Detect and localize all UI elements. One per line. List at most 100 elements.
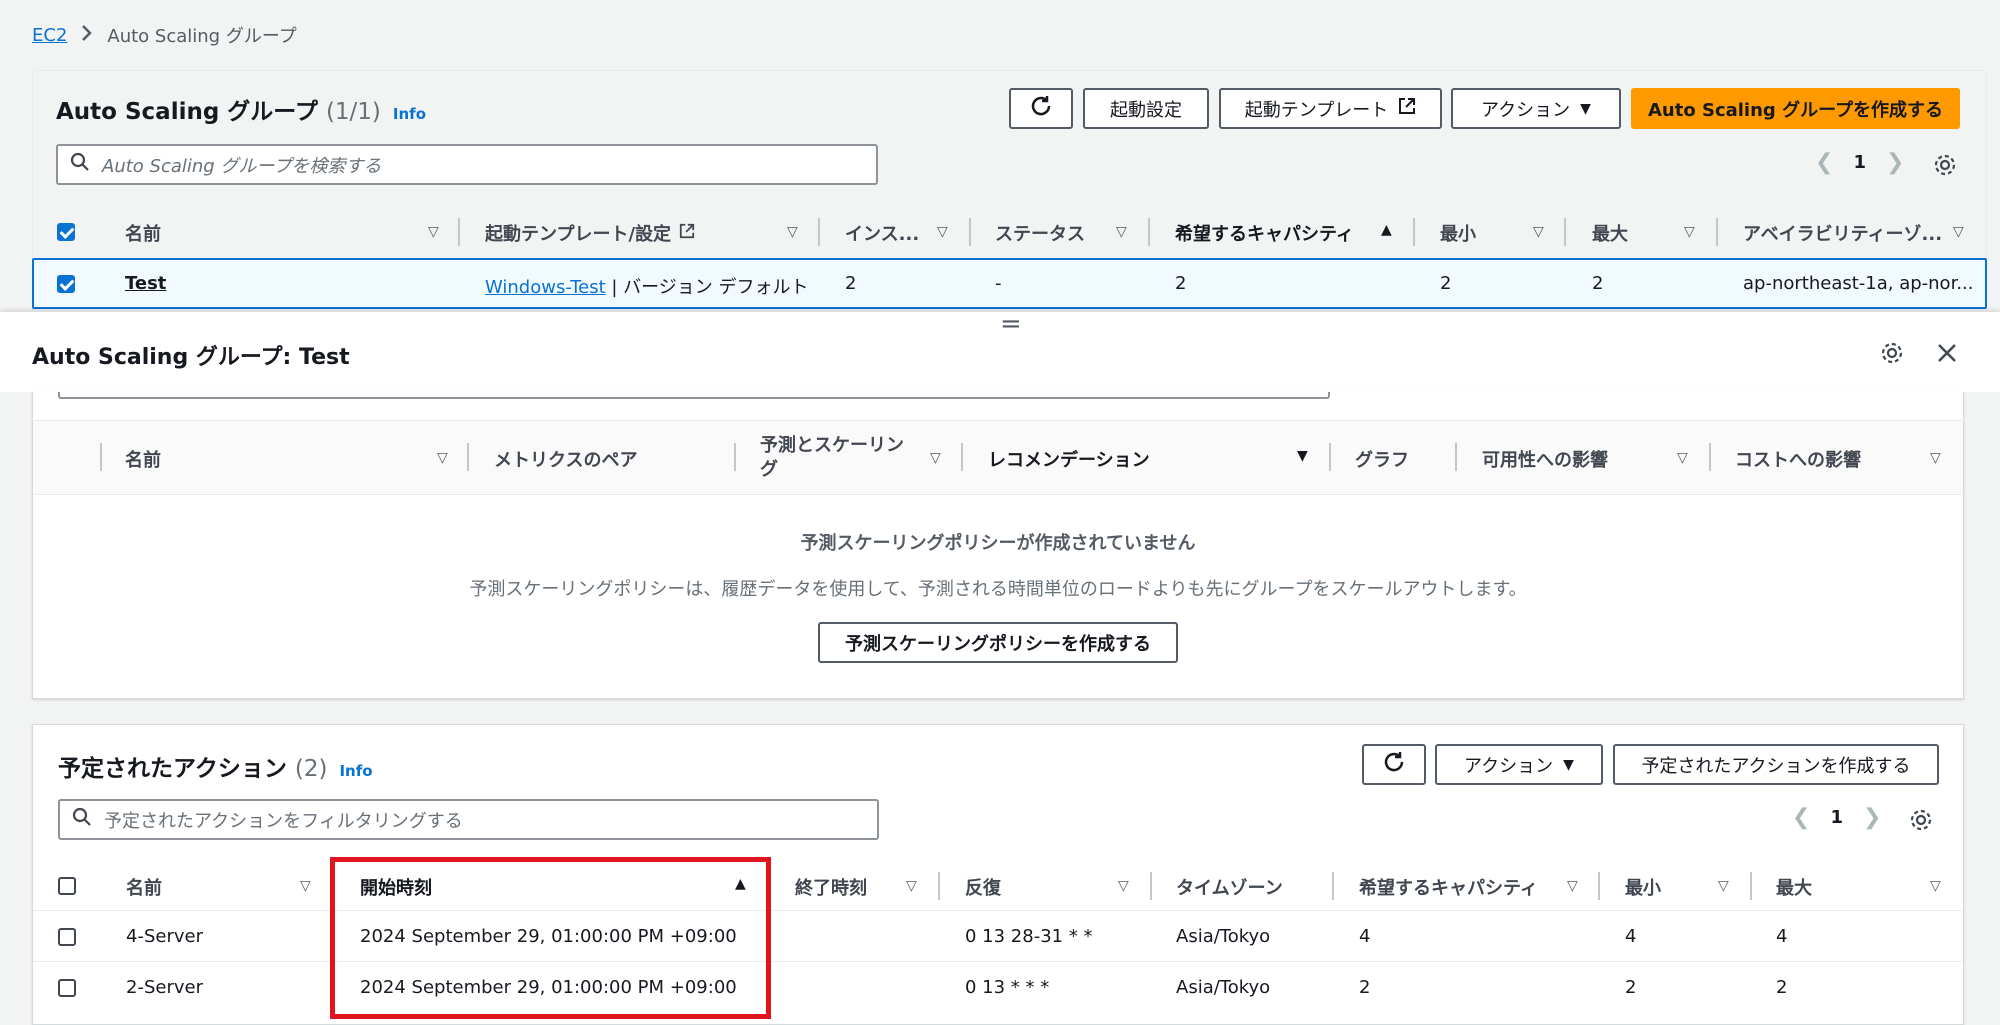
launch-template-link[interactable]: Windows-Test [485, 277, 606, 298]
sort-asc-icon[interactable]: ▲ [1381, 222, 1392, 238]
sched-col-desired[interactable]: 希望するキャパシティ [1359, 874, 1538, 900]
sched-col-timezone[interactable]: タイムゾーン [1176, 874, 1283, 900]
scheduled-settings-gear-icon[interactable] [1909, 808, 1933, 837]
sort-icon[interactable]: ▽ [1953, 224, 1964, 240]
empty-state-title: 予測スケーリングポリシーが作成されていません [800, 533, 1196, 554]
info-link[interactable]: Info [393, 105, 426, 123]
create-asg-label: Auto Scaling グループを作成する [1648, 99, 1943, 121]
asg-actions-label: アクション [1481, 99, 1571, 121]
sched-col-recurrence[interactable]: 反復 [965, 874, 1001, 900]
predictive-search-input-edge[interactable] [58, 392, 1330, 399]
sort-icon[interactable]: ▽ [1116, 224, 1127, 240]
sort-icon[interactable]: ▽ [1533, 224, 1544, 240]
row-checkbox[interactable] [58, 928, 76, 946]
table-row[interactable] [32, 258, 1987, 309]
launch-template-cell: Windows-Test | バージョン デフォルト [485, 273, 809, 299]
col-max[interactable]: 最大 [1592, 220, 1628, 246]
sort-icon[interactable]: ▽ [1567, 878, 1578, 894]
asg-actions-button[interactable]: アクション ▼ [1451, 88, 1621, 129]
launch-config-button[interactable]: 起動設定 [1083, 88, 1209, 129]
sort-icon[interactable]: ▽ [1930, 878, 1941, 894]
sched-recurrence-cell: 0 13 28-31 * * [965, 926, 1093, 947]
detail-settings-gear-icon[interactable] [1880, 341, 1904, 370]
sched-desired-cell: 2 [1359, 977, 1371, 998]
sort-icon[interactable]: ▽ [930, 450, 941, 466]
sched-max-cell: 4 [1776, 926, 1788, 947]
sched-col-max[interactable]: 最大 [1776, 874, 1812, 900]
sched-timezone-cell: Asia/Tokyo [1176, 926, 1271, 947]
create-predictive-policy-button[interactable]: 予測スケーリングポリシーを作成する [818, 622, 1178, 663]
close-icon[interactable] [1937, 343, 1957, 368]
pred-col-graph[interactable]: グラフ [1355, 446, 1409, 472]
sched-col-min[interactable]: 最小 [1625, 874, 1661, 900]
asg-name-link[interactable]: Test [125, 273, 166, 294]
row-checkbox[interactable] [57, 275, 75, 293]
next-page-icon[interactable]: ❯ [1886, 150, 1904, 175]
col-separator [1413, 218, 1415, 246]
asg-search-input[interactable]: Auto Scaling グループを検索する [56, 144, 878, 185]
launch-template-button[interactable]: 起動テンプレート [1219, 88, 1442, 129]
row-checkbox[interactable] [58, 979, 76, 997]
pred-col-name[interactable]: 名前 [125, 446, 161, 472]
sort-icon[interactable]: ▽ [300, 878, 311, 894]
col-instances[interactable]: インス... [845, 220, 919, 246]
col-separator [467, 443, 469, 471]
scheduled-actions-button[interactable]: アクション ▼ [1435, 744, 1603, 785]
col-separator [734, 443, 736, 471]
col-status[interactable]: ステータス [995, 220, 1085, 246]
next-page-icon[interactable]: ❯ [1863, 805, 1881, 830]
sort-icon[interactable]: ▽ [437, 450, 448, 466]
col-separator [1150, 872, 1152, 900]
sched-col-end-time[interactable]: 終了時刻 [795, 874, 867, 900]
sort-icon[interactable]: ▽ [1118, 878, 1129, 894]
asg-list-header: Auto Scaling グループ (1/1) Info [56, 92, 426, 126]
pred-col-metric-pair[interactable]: メトリクスのペア [494, 446, 637, 472]
col-desired-capacity[interactable]: 希望するキャパシティ [1175, 220, 1354, 246]
sort-icon[interactable]: ▽ [1718, 878, 1729, 894]
col-separator [1329, 443, 1331, 471]
create-asg-button[interactable]: Auto Scaling グループを作成する [1631, 88, 1960, 129]
select-all-checkbox[interactable] [58, 877, 76, 895]
prev-page-icon[interactable]: ❮ [1815, 150, 1833, 175]
settings-gear-icon[interactable] [1933, 153, 1957, 182]
current-page[interactable]: 1 [1853, 152, 1866, 173]
col-min[interactable]: 最小 [1440, 220, 1476, 246]
sort-icon[interactable]: ▽ [1684, 224, 1695, 240]
pred-col-availability-impact[interactable]: 可用性への影響 [1482, 446, 1608, 472]
empty-state-description: 予測スケーリングポリシーは、履歴データを使用して、予測される時間単位のロードより… [469, 579, 1527, 600]
sort-desc-icon[interactable]: ▼ [1297, 448, 1308, 464]
sched-timezone-cell: Asia/Tokyo [1176, 977, 1271, 998]
pred-col-forecast[interactable]: 予測とスケーリング [760, 434, 908, 482]
pred-col-cost-impact[interactable]: コストへの影響 [1735, 446, 1861, 472]
scheduled-refresh-button[interactable] [1362, 744, 1426, 785]
breadcrumb-ec2-link[interactable]: EC2 [32, 25, 67, 46]
min-cell: 2 [1440, 273, 1452, 294]
info-link[interactable]: Info [339, 762, 372, 780]
resize-handle[interactable]: = [1000, 309, 1022, 339]
sched-desired-cell: 4 [1359, 926, 1371, 947]
create-scheduled-action-button[interactable]: 予定されたアクションを作成する [1613, 744, 1939, 785]
col-launch-template[interactable]: 起動テンプレート/設定 [485, 220, 695, 246]
col-separator [458, 218, 460, 246]
pred-col-recommendation[interactable]: レコメンデーション [988, 446, 1150, 472]
col-name[interactable]: 名前 [125, 220, 161, 246]
scheduled-search-input[interactable]: 予定されたアクションをフィルタリングする [58, 799, 879, 840]
chevron-right-icon [81, 24, 93, 47]
scheduled-pagination: ❮ 1 ❯ [1792, 805, 1881, 830]
refresh-button[interactable] [1009, 88, 1073, 129]
col-separator [1750, 872, 1752, 900]
sched-min-cell: 2 [1625, 977, 1637, 998]
sort-icon[interactable]: ▽ [1930, 450, 1941, 466]
sort-icon[interactable]: ▽ [906, 878, 917, 894]
current-page[interactable]: 1 [1830, 807, 1843, 828]
sort-icon[interactable]: ▽ [428, 224, 439, 240]
sort-icon[interactable]: ▽ [937, 224, 948, 240]
sched-col-name[interactable]: 名前 [126, 874, 162, 900]
sort-icon[interactable]: ▽ [787, 224, 798, 240]
sort-icon[interactable]: ▽ [1677, 450, 1688, 466]
status-cell: - [995, 273, 1002, 294]
select-all-checkbox[interactable] [57, 223, 75, 241]
prev-page-icon[interactable]: ❮ [1792, 805, 1810, 830]
az-cell: ap-northeast-1a, ap-nor... [1743, 273, 1974, 294]
col-availability-zones[interactable]: アベイラビリティーゾ... [1743, 220, 1942, 246]
